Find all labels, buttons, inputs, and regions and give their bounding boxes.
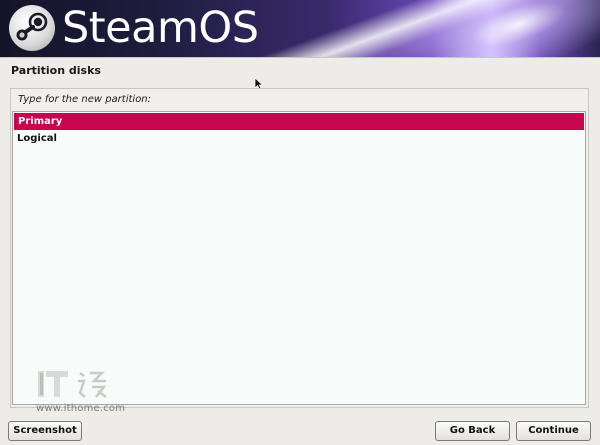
partition-type-prompt: Type for the new partition:: [18, 94, 152, 105]
ithome-watermark-logo: [38, 371, 107, 398]
steamos-banner: SteamOS: [0, 0, 600, 57]
list-item-label: Primary: [18, 116, 63, 127]
watermark-url: www.ithome.com: [36, 403, 126, 414]
continue-button[interactable]: Continue: [516, 421, 591, 441]
steam-logo-icon: [16, 12, 48, 41]
page-title: Partition disks: [11, 64, 101, 77]
banner-divider: [0, 57, 600, 58]
list-item-label: Logical: [17, 133, 57, 144]
list-item-logical[interactable]: Logical: [13, 130, 585, 147]
banner-light-streak: [319, 0, 600, 57]
go-back-button[interactable]: Go Back: [435, 421, 510, 441]
partition-type-list[interactable]: Primary Logical: [12, 111, 586, 405]
list-item-primary[interactable]: Primary: [14, 113, 584, 130]
screenshot-button[interactable]: Screenshot: [8, 421, 82, 441]
steamos-logo-text: SteamOS: [62, 3, 259, 53]
